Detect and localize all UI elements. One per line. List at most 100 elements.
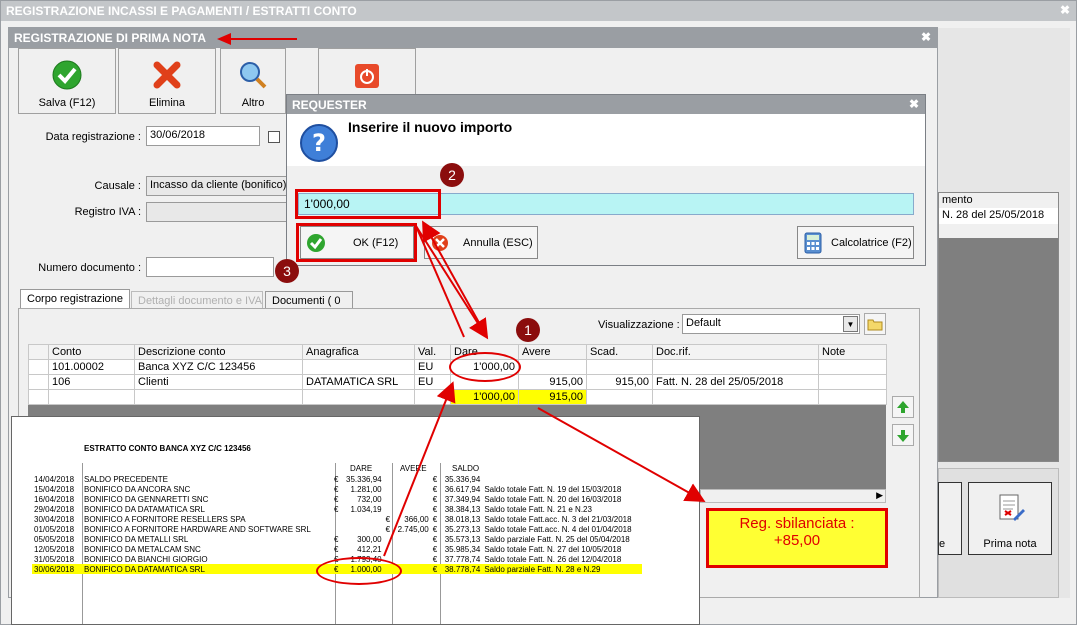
svg-text:?: ? — [312, 129, 326, 157]
cell[interactable] — [518, 359, 587, 375]
causale-label: Causale : — [94, 180, 141, 192]
prima-nota-button[interactable]: Prima nota — [968, 482, 1052, 555]
right-table-cell[interactable]: N. 28 del 25/05/2018 — [939, 208, 1058, 224]
statement-cell: 366,00 — [404, 514, 429, 524]
ok-highlight-box — [296, 223, 417, 262]
tab-documenti[interactable]: Documenti ( 0 ) — [265, 291, 353, 319]
cell[interactable]: EU — [414, 359, 451, 375]
statement-cell: 732,00 — [357, 494, 382, 504]
tab-corpo-registrazione[interactable]: Corpo registrazione — [20, 289, 130, 309]
cell[interactable]: 915,00 — [586, 374, 653, 390]
causale-field[interactable]: Incasso da cliente (bonifico) — [146, 176, 288, 196]
cell[interactable]: 106 — [48, 374, 135, 390]
statement-cell — [332, 514, 344, 524]
other-button[interactable]: Altro — [220, 48, 286, 114]
statement-cell: € — [432, 534, 438, 544]
statement-cell — [384, 494, 396, 504]
cell[interactable] — [818, 374, 887, 390]
statement-cell: Saldo totale Fatt.acc. N. 3 del 21/03/20… — [484, 514, 632, 524]
statement-cell: € — [432, 494, 438, 504]
statement-cell: € — [385, 524, 391, 534]
statement-cell: Saldo totale Fatt. N. 27 del 10/05/2018 — [484, 544, 622, 554]
statement-cell: 35.985,34 — [444, 544, 481, 554]
col-header[interactable]: Avere — [518, 344, 587, 360]
calculator-icon — [804, 232, 822, 254]
cell[interactable]: DATAMATICA SRL — [302, 374, 415, 390]
date-field[interactable]: 30/06/2018 — [146, 126, 260, 146]
visualizzazione-select[interactable]: Default ▼ — [682, 314, 860, 334]
requester-title-bar: REQUESTER ✖ — [287, 95, 925, 114]
search-icon — [240, 62, 267, 89]
col-header[interactable]: Anagrafica — [302, 344, 415, 360]
cell[interactable] — [652, 359, 819, 375]
delete-button[interactable]: Elimina — [118, 48, 216, 114]
numero-documento-field[interactable] — [146, 257, 274, 277]
statement-cell: 16/04/2018 — [34, 494, 75, 504]
partial-button[interactable]: e — [938, 482, 962, 555]
statement-cell: € — [432, 564, 438, 574]
folder-icon[interactable] — [864, 313, 886, 335]
statement-cell: € — [432, 544, 438, 554]
cell[interactable]: EU — [414, 374, 451, 390]
checkbox[interactable] — [268, 131, 280, 143]
col-header[interactable]: Descrizione conto — [134, 344, 303, 360]
tab-label: Corpo registrazione — [27, 293, 123, 305]
statement-cell: 38.778,74 — [444, 564, 481, 574]
statement-cell: 30/06/2018 — [34, 564, 75, 574]
statement-row: 14/04/2018 SALDO PRECEDENTE €35.336,94 €35.… — [32, 474, 642, 484]
statement-title: ESTRATTO CONTO BANCA XYZ C/C 123456 — [84, 444, 251, 453]
cancel-button[interactable]: Annulla (ESC) — [424, 226, 538, 259]
close-icon[interactable]: ✖ — [921, 30, 931, 44]
totals-row: 1'000,00 915,00 — [28, 389, 887, 405]
close-icon[interactable]: ✖ — [909, 97, 919, 111]
registro-iva-field[interactable] — [146, 202, 288, 222]
statement-row: 30/04/2018 BONIFICO A FORNITORE RESELLERS… — [32, 514, 642, 524]
cell[interactable]: Fatt. N. 28 del 25/05/2018 — [652, 374, 819, 390]
close-icon[interactable]: ✖ — [1060, 3, 1070, 17]
statement-cell — [384, 474, 396, 484]
delete-label: Elimina — [148, 97, 186, 109]
statement-cell: BONIFICO DA METALLI SRL — [84, 534, 189, 544]
tab-dettagli[interactable]: Dettagli documento e IVA — [131, 291, 263, 309]
cell[interactable] — [586, 359, 653, 375]
cell[interactable]: Banca XYZ C/C 123456 — [134, 359, 303, 375]
right-table-header: mento — [939, 193, 1058, 208]
statement-cell: BONIFICO DA ANCORA SNC — [84, 484, 191, 494]
statement-row: 01/05/2018 BONIFICO A FORNITORE HARDWARE … — [32, 524, 642, 534]
horizontal-scrollbar[interactable]: ▶ — [700, 489, 886, 503]
statement-cell: 29/04/2018 — [34, 504, 75, 514]
inner-window-title-bar: REGISTRAZIONE DI PRIMA NOTA ✖ — [9, 28, 937, 48]
cell[interactable]: 915,00 — [518, 374, 587, 390]
col-header[interactable]: Scad. — [586, 344, 653, 360]
statement-cell: Saldo parziale Fatt. N. 28 e N.29 — [484, 564, 601, 574]
cell[interactable]: Clienti — [134, 374, 303, 390]
step-2-badge: 2 — [440, 163, 464, 187]
statement-cell — [396, 504, 431, 514]
col-header[interactable]: Note — [818, 344, 887, 360]
cell[interactable] — [302, 359, 415, 375]
calculator-button[interactable]: Calcolatrice (F2) — [797, 226, 914, 259]
scroll-right-icon[interactable]: ▶ — [876, 490, 883, 501]
cell[interactable]: 101.00002 — [48, 359, 135, 375]
statement-cell: 38.018,13 — [444, 514, 481, 524]
requester-message: Inserire il nuovo importo — [348, 119, 513, 135]
statement-cell: € — [432, 524, 438, 534]
col-header[interactable]: Conto — [48, 344, 135, 360]
statement-row: 29/04/2018 BONIFICO DA DATAMATICA SRL €1.0… — [32, 504, 642, 514]
inner-window-title: REGISTRAZIONE DI PRIMA NOTA — [14, 31, 206, 45]
statement-cell — [396, 494, 431, 504]
move-up-button[interactable] — [892, 396, 914, 418]
save-label: Salva (F12) — [38, 97, 96, 109]
statement-cell: 14/04/2018 — [34, 474, 75, 484]
col-header[interactable]: Val. — [414, 344, 451, 360]
visualizzazione-label: Visualizzazione : — [598, 319, 680, 331]
move-down-button[interactable] — [892, 424, 914, 446]
statement-cell: € — [432, 554, 438, 564]
statement-header-avere: AVERE — [400, 464, 427, 473]
statement-cell — [396, 484, 431, 494]
statement-cell: 36.617,94 — [444, 484, 481, 494]
save-button[interactable]: Salva (F12) — [18, 48, 116, 114]
col-header[interactable]: Doc.rif. — [652, 344, 819, 360]
statement-cell: 05/05/2018 — [34, 534, 75, 544]
cell[interactable] — [818, 359, 887, 375]
